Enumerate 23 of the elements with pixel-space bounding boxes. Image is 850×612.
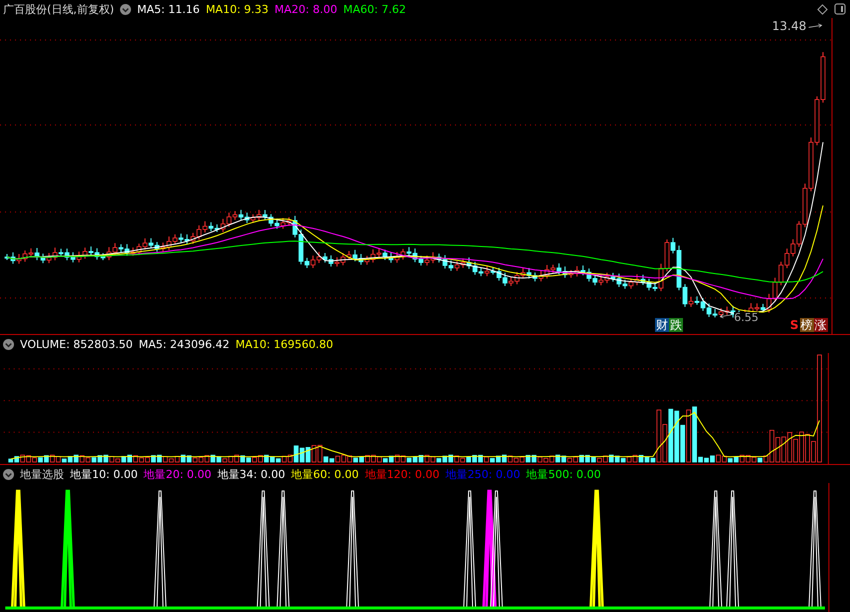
ma-legend-value: MA5: 11.16: [137, 2, 200, 16]
volume-legend-value: VOLUME: 852803.50: [20, 338, 133, 350]
low-price-label: 6.55: [734, 312, 758, 324]
ma-legend-value: MA20: 8.00: [274, 2, 338, 16]
indicator-legend-value: 地量10: 0.00: [70, 466, 138, 482]
indicator-legend-value: 地量120: 0.00: [364, 466, 440, 482]
volume-legend-value: MA5: 243096.42: [138, 338, 230, 350]
volume-legend-value: MA10: 169560.80: [235, 338, 334, 350]
indicator-legend-value: 地量20: 0.00: [144, 466, 212, 482]
ma-legend-value: MA60: 7.62: [343, 2, 406, 16]
indicator-legend-value: 地量250: 0.00: [446, 466, 520, 482]
event-tag[interactable]: 财: [655, 318, 669, 332]
event-tag[interactable]: 榜: [800, 318, 814, 332]
stock-title: 广百股份(日线,前复权): [3, 2, 114, 16]
indicator-title: 地量选股: [20, 466, 64, 482]
indicator-legend-value: 地量500: 0.00: [526, 466, 601, 482]
indicator-legend-value: 地量34: 0.00: [217, 466, 286, 482]
event-tag[interactable]: S: [789, 318, 800, 332]
event-tag[interactable]: 涨: [814, 318, 828, 332]
ma-legend-value: MA10: 9.33: [206, 2, 269, 16]
high-price-label: 13.48: [772, 19, 806, 33]
event-tag[interactable]: 跌: [669, 318, 683, 332]
indicator-legend-value: 地量60: 0.00: [291, 466, 359, 482]
